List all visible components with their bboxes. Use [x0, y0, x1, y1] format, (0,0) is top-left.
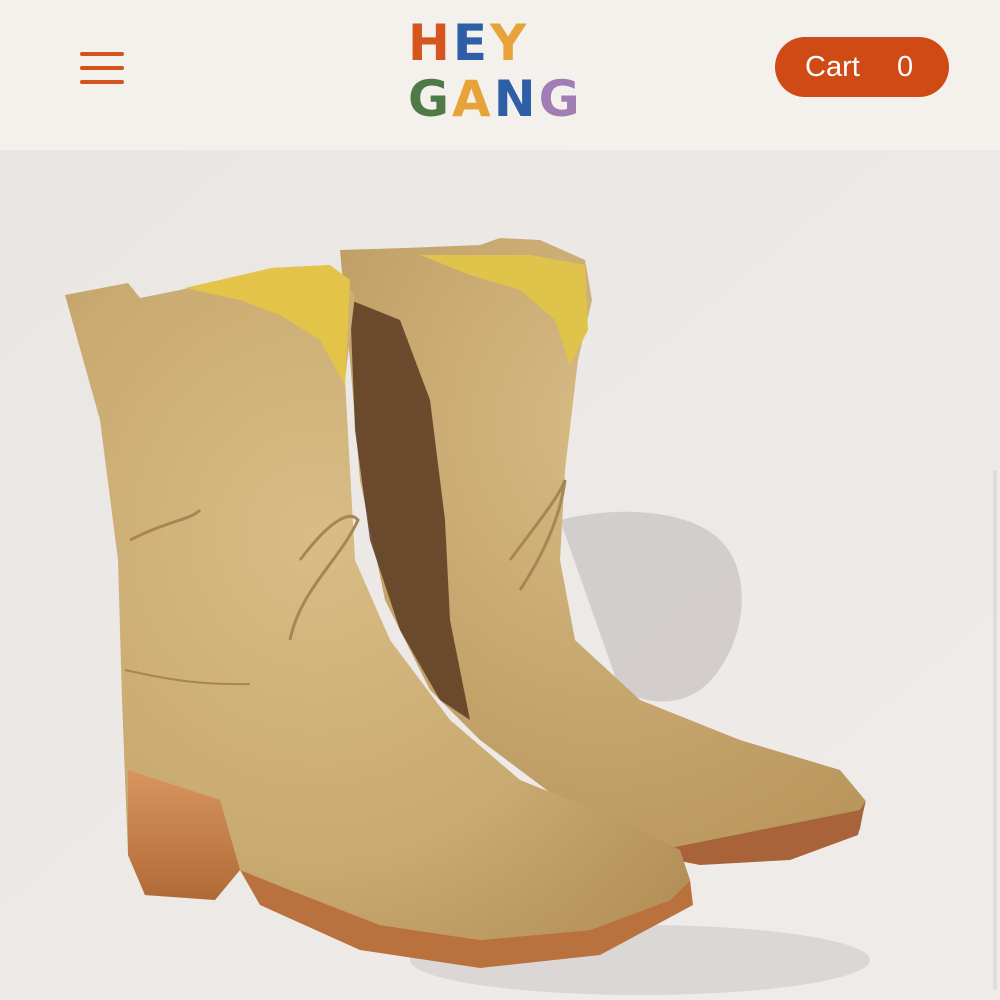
- boots-photo: [0, 150, 1000, 1000]
- scrollbar[interactable]: [993, 470, 997, 990]
- logo-letter: G: [408, 70, 453, 128]
- logo-letter: G: [538, 70, 583, 128]
- logo-letter: E: [452, 14, 491, 72]
- logo-letter: Y: [490, 14, 530, 72]
- logo-letter: N: [493, 70, 539, 128]
- hero-image: [0, 150, 1000, 1000]
- site-header: HEY GANG Cart 0: [0, 0, 1000, 150]
- logo-line-2: GANG: [408, 74, 583, 124]
- cart-label: Cart: [805, 51, 860, 83]
- logo-letter: H: [408, 14, 453, 72]
- hey-gang-logo[interactable]: HEY GANG: [408, 10, 598, 125]
- cart-button[interactable]: Cart 0: [775, 37, 949, 97]
- logo-letter: A: [452, 70, 494, 128]
- hamburger-menu-icon[interactable]: [78, 48, 126, 88]
- cart-count: 0: [897, 51, 914, 83]
- logo-line-1: HEY: [408, 18, 529, 68]
